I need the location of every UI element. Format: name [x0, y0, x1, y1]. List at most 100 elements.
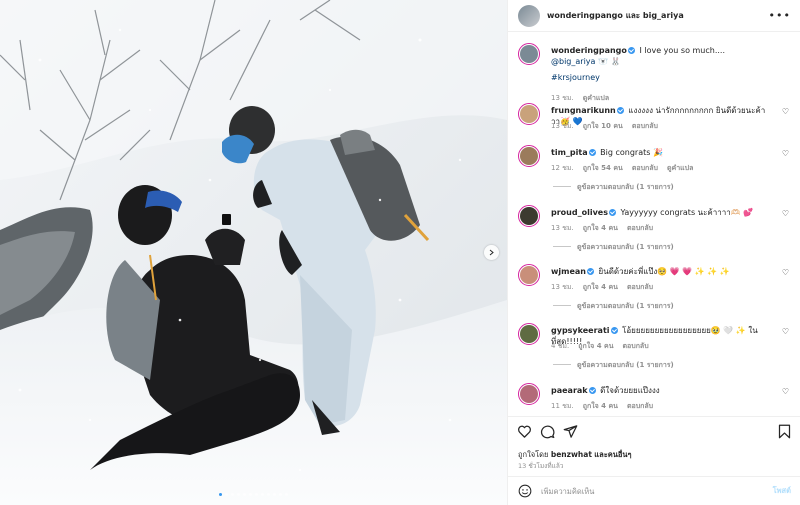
- next-slide-button[interactable]: [484, 245, 499, 260]
- caption-time[interactable]: 13 ชม.: [551, 93, 574, 104]
- commenter-username[interactable]: proud_olives: [551, 208, 608, 217]
- comment-likes[interactable]: ถูกใจ 4 คน: [583, 401, 618, 412]
- caption-hashtag[interactable]: #krsjourney: [551, 73, 600, 82]
- carousel-dot: [225, 493, 228, 496]
- commenter-username[interactable]: paearak: [551, 386, 588, 395]
- comment-reply-button[interactable]: ตอบกลับ: [627, 223, 653, 234]
- comment-icon[interactable]: [540, 424, 555, 439]
- post-actions: ถูกใจโดย benzwhat และคนอื่นๆ 13 ชั่วโมงท…: [508, 416, 800, 470]
- snow-proposal-image: [0, 0, 507, 505]
- comment-meta: 12 ชม. ถูกใจ 54 คน ตอบกลับ ดูคำแปล: [551, 163, 693, 174]
- verified-badge-icon: [616, 107, 624, 114]
- comment-meta: 13 ชม. ถูกใจ 4 คน ตอบกลับ: [551, 282, 653, 293]
- share-icon[interactable]: [563, 424, 578, 439]
- commenter-avatar[interactable]: [518, 323, 540, 345]
- verified-badge-icon: [610, 327, 618, 334]
- carousel-dot: [249, 493, 252, 496]
- comment-reply-button[interactable]: ตอบกลับ: [632, 121, 658, 132]
- comment-likes[interactable]: ถูกใจ 4 คน: [583, 223, 618, 234]
- comment-meta: 13 ชม. ถูกใจ 10 คน ตอบกลับ: [551, 121, 658, 132]
- commenter-username[interactable]: tim_pita: [551, 148, 588, 157]
- comment-meta: 4 ชม. ถูกใจ 4 คน ตอบกลับ: [551, 341, 649, 352]
- carousel-dot: [261, 493, 264, 496]
- comment-reply-button[interactable]: ตอบกลับ: [627, 401, 653, 412]
- view-replies-button[interactable]: ดูข้อความตอบกลับ (1 รายการ): [553, 182, 674, 193]
- verified-badge-icon: [588, 387, 596, 394]
- comment-body: ยินดีด้วยค่ะพี่แป๊ง🥺 💗 💗 ✨ ✨ ✨: [598, 267, 730, 276]
- comment-likes[interactable]: ถูกใจ 10 คน: [583, 121, 623, 132]
- caption-avatar[interactable]: [518, 43, 540, 65]
- commenter-avatar[interactable]: [518, 145, 540, 167]
- comment-time[interactable]: 13 ชม.: [551, 121, 574, 132]
- comment-like-heart-icon[interactable]: ♡: [782, 268, 789, 277]
- commenter-avatar[interactable]: [518, 383, 540, 405]
- comment-reply-button[interactable]: ตอบกลับ: [623, 341, 649, 352]
- comment-time[interactable]: 11 ชม.: [551, 401, 574, 412]
- comment-time[interactable]: 13 ชม.: [551, 282, 574, 293]
- verified-badge-icon: [627, 47, 635, 54]
- view-replies-button[interactable]: ดูข้อความตอบกลับ (1 รายการ): [553, 301, 674, 312]
- emoji-icon[interactable]: [518, 484, 532, 498]
- liked-by-user[interactable]: benzwhat: [551, 450, 592, 459]
- comment-like-heart-icon[interactable]: ♡: [782, 107, 789, 116]
- commenter-avatar[interactable]: [518, 103, 540, 125]
- comment-text: proud_olives Yayyyyyy congrats นะค้าาาา🫶…: [551, 207, 766, 218]
- comment-input[interactable]: [541, 486, 773, 496]
- comment-body: Big congrats 🎉: [600, 148, 663, 157]
- post-time[interactable]: 13 ชั่วโมงที่แล้ว: [518, 461, 563, 471]
- carousel-dot: [219, 493, 222, 496]
- comment-like-heart-icon[interactable]: ♡: [782, 209, 789, 218]
- comment-text: paearak ดีใจด้วยยยแป๊งงง: [551, 385, 766, 396]
- carousel-dot: [243, 493, 246, 496]
- liked-by-others[interactable]: และคนอื่นๆ: [594, 450, 631, 459]
- carousel-dot: [231, 493, 234, 496]
- action-icons: [517, 424, 578, 439]
- post-authors: wonderingpango และ big_ariya: [547, 9, 684, 22]
- comment-meta: 13 ชม. ถูกใจ 4 คน ตอบกลับ: [551, 223, 653, 234]
- post-comment-button[interactable]: โพสต์: [773, 485, 791, 497]
- commenter-avatar[interactable]: [518, 205, 540, 227]
- comment-like-heart-icon[interactable]: ♡: [782, 149, 789, 158]
- commenter-username[interactable]: frungnarikunn: [551, 106, 616, 115]
- caption-emoji: 🐻‍❄️ 🐰: [597, 57, 621, 66]
- carousel-dot: [273, 493, 276, 496]
- comments-list[interactable]: wonderingpango I love you so much.... @b…: [508, 33, 800, 415]
- chevron-right-icon: [489, 249, 494, 256]
- author-avatar[interactable]: [518, 4, 540, 27]
- collaborator-username[interactable]: big_ariya: [643, 11, 684, 20]
- comment-time[interactable]: 12 ชม.: [551, 163, 574, 174]
- comment-time[interactable]: 13 ชม.: [551, 223, 574, 234]
- comment-likes[interactable]: ถูกใจ 4 คน: [583, 282, 618, 293]
- commenter-avatar[interactable]: [518, 264, 540, 286]
- comment-like-heart-icon[interactable]: ♡: [782, 327, 789, 336]
- carousel-indicator: [0, 493, 507, 496]
- comment-reply-button[interactable]: ตอบกลับ: [632, 163, 658, 174]
- comment-time[interactable]: 4 ชม.: [551, 341, 569, 352]
- view-replies-button[interactable]: ดูข้อความตอบกลับ (1 รายการ): [553, 242, 674, 253]
- caption-mention[interactable]: @big_ariya: [551, 57, 595, 66]
- post-header: wonderingpango และ big_ariya •••: [508, 0, 800, 32]
- instagram-post: wonderingpango และ big_ariya ••• wonderi…: [0, 0, 800, 505]
- more-horizontal-icon[interactable]: •••: [769, 9, 791, 22]
- comment-likes[interactable]: ถูกใจ 4 คน: [578, 341, 613, 352]
- save-button[interactable]: [778, 424, 791, 439]
- comment-text: tim_pita Big congrats 🎉: [551, 147, 766, 158]
- comment-translate[interactable]: ดูคำแปล: [667, 163, 693, 174]
- caption-username[interactable]: wonderingpango: [551, 46, 627, 55]
- comment-likes[interactable]: ถูกใจ 54 คน: [583, 163, 623, 174]
- caption-translate[interactable]: ดูคำแปล: [583, 93, 609, 104]
- verified-badge-icon: [588, 149, 596, 156]
- author-username[interactable]: wonderingpango: [547, 11, 623, 20]
- commenter-username[interactable]: wjmean: [551, 267, 586, 276]
- comment-reply-button[interactable]: ตอบกลับ: [627, 282, 653, 293]
- bookmark-icon[interactable]: [778, 424, 791, 439]
- liked-by-prefix: ถูกใจโดย: [518, 450, 549, 459]
- comment-meta: 11 ชม. ถูกใจ 4 คน ตอบกลับ: [551, 401, 653, 412]
- comment-like-heart-icon[interactable]: ♡: [782, 387, 789, 396]
- view-replies-button[interactable]: ดูข้อความตอบกลับ (1 รายการ): [553, 360, 674, 371]
- post-photo[interactable]: [0, 0, 507, 505]
- comment-text: wjmean ยินดีด้วยค่ะพี่แป๊ง🥺 💗 💗 ✨ ✨ ✨: [551, 266, 766, 277]
- post-side-panel: wonderingpango และ big_ariya ••• wonderi…: [507, 0, 800, 505]
- heart-outline-icon[interactable]: [517, 424, 532, 439]
- commenter-username[interactable]: gypsykeerati: [551, 326, 610, 335]
